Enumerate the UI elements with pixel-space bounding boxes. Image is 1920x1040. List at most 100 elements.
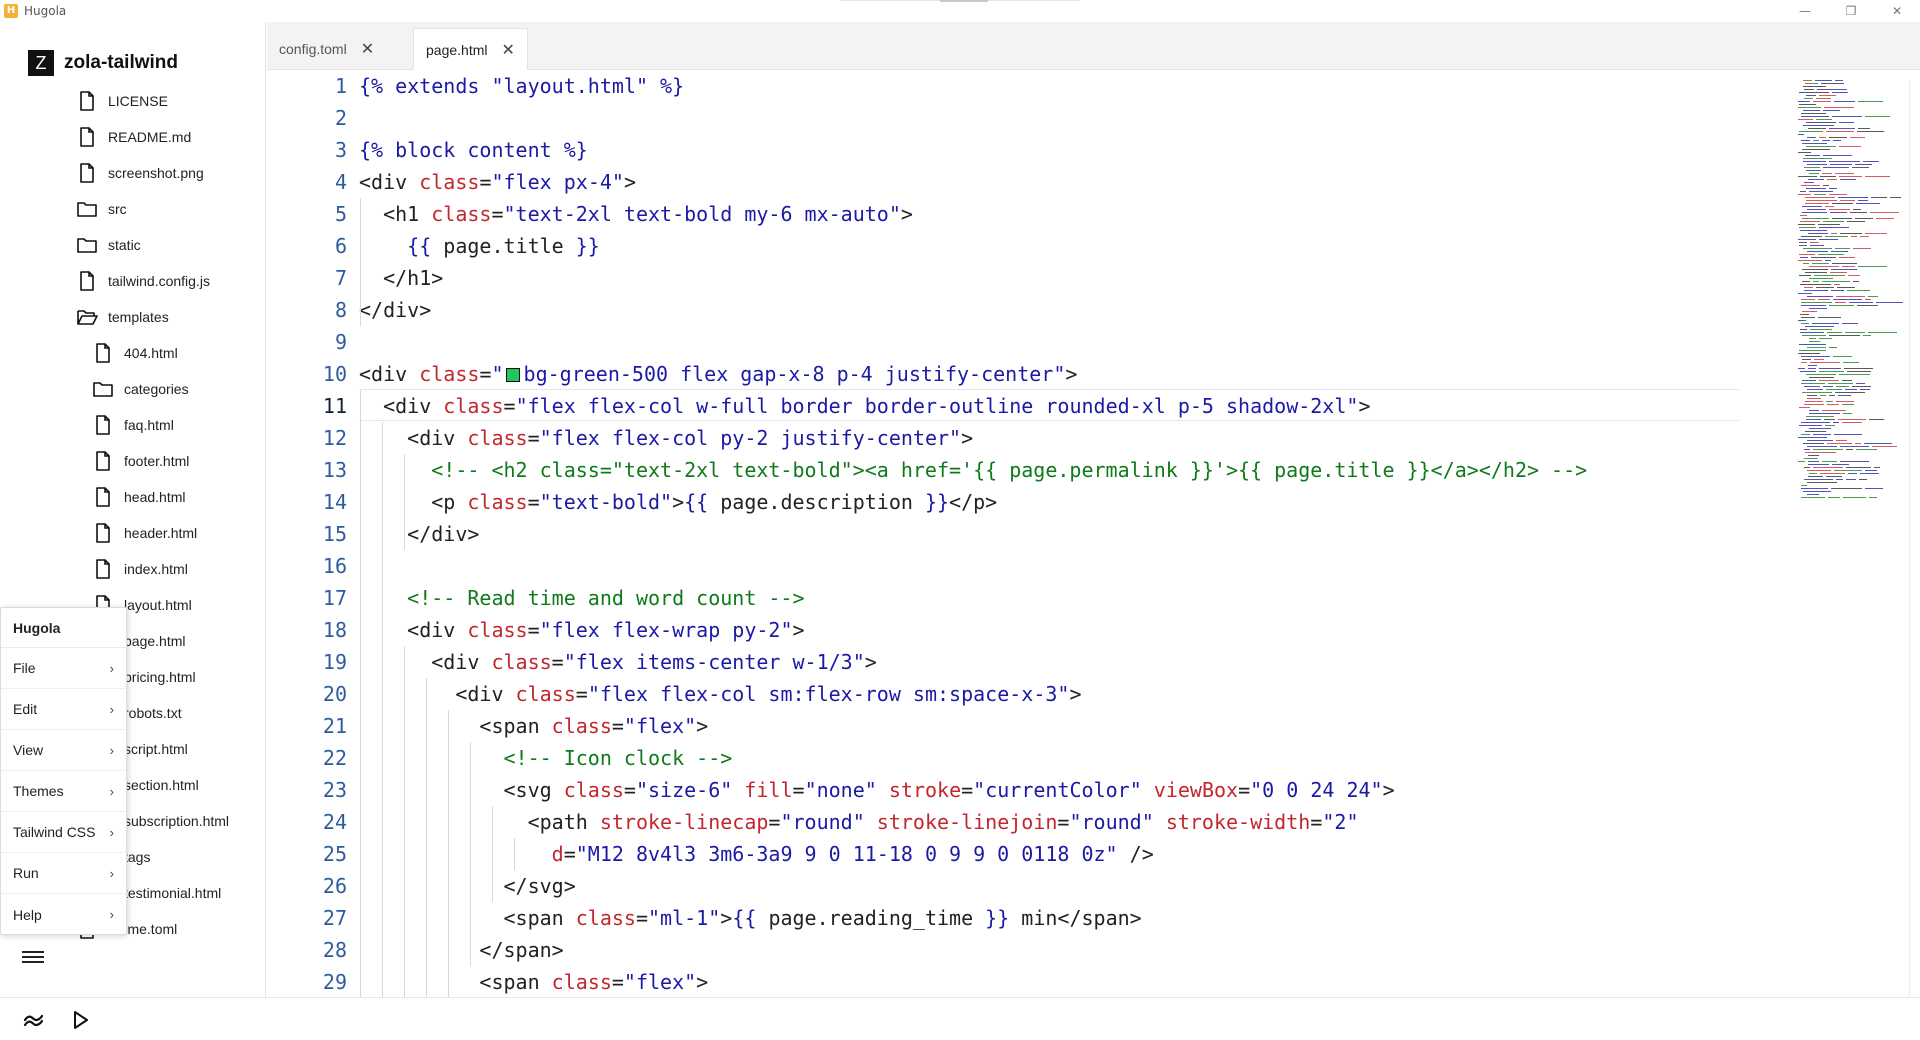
tab-page-html[interactable]: page.html ✕ <box>413 28 528 70</box>
code-line[interactable]: {% extends "layout.html" %} <box>359 70 684 102</box>
code-line[interactable]: </svg> <box>359 870 575 902</box>
menu-item-help[interactable]: Help › <box>1 894 126 935</box>
color-swatch-icon[interactable] <box>505 368 520 382</box>
project-header[interactable]: Z zola-tailwind <box>28 50 178 76</box>
tree-file[interactable]: LICENSE <box>76 88 168 114</box>
minimap-line <box>1831 488 1862 489</box>
code-line[interactable]: <span class="ml-1">{{ page.reading_time … <box>359 902 1141 934</box>
tree-folder[interactable]: src <box>76 196 127 222</box>
menu-item-themes[interactable]: Themes › <box>1 771 126 812</box>
minimap-line <box>1803 110 1820 111</box>
code-line[interactable]: <!-- Icon clock --> <box>359 742 732 774</box>
code-line[interactable]: <!-- Read time and word count --> <box>359 582 804 614</box>
close-icon[interactable]: ✕ <box>501 40 514 60</box>
menu-item-run[interactable]: Run › <box>1 853 126 894</box>
code-line[interactable]: <div class="flex flex-wrap py-2"> <box>359 614 804 646</box>
minimap-line <box>1806 170 1821 171</box>
folder-icon <box>93 382 113 397</box>
code-line[interactable]: <div class="flex flex-col sm:flex-row sm… <box>359 678 1081 710</box>
code-line[interactable]: <path stroke-linecap="round" stroke-line… <box>359 806 1359 838</box>
code-line[interactable]: </h1> <box>359 262 443 294</box>
code-line[interactable]: d="M12 8v4l3 3m6-3a9 9 0 11-18 0 9 9 0 0… <box>359 838 1154 870</box>
minimap-line <box>1858 128 1870 129</box>
minimap-line <box>1840 179 1856 180</box>
code-line[interactable]: <div class="flex flex-col w-full border … <box>359 390 1370 422</box>
tree-folder[interactable]: templates <box>76 304 169 330</box>
line-number: 21 <box>322 714 347 738</box>
tree-file[interactable]: header.html <box>92 520 197 546</box>
code-line[interactable]: <h1 class="text-2xl text-bold my-6 mx-au… <box>359 198 913 230</box>
tree-file[interactable]: footer.html <box>92 448 189 474</box>
minimap-line <box>1856 383 1865 384</box>
code-line[interactable]: {% block content %} <box>359 134 588 166</box>
menu-item-view[interactable]: View › <box>1 730 126 771</box>
vertical-scrollbar[interactable] <box>1909 80 1919 997</box>
drag-handle[interactable] <box>940 0 988 2</box>
code-token: <!-- Icon clock --> <box>359 746 733 770</box>
minimap-line <box>1857 131 1884 132</box>
code-line[interactable]: <div class="flex px-4"> <box>359 166 636 198</box>
minimap-line <box>1809 266 1839 267</box>
tree-file[interactable]: screenshot.png <box>76 160 204 186</box>
code-line[interactable]: </div> <box>359 294 431 326</box>
minimap-line <box>1830 212 1847 213</box>
close-icon[interactable]: ✕ <box>361 39 374 59</box>
tailwind-icon[interactable] <box>22 1008 46 1032</box>
code-line[interactable]: <p class="text-bold">{{ page.description… <box>359 486 997 518</box>
minimap-line <box>1801 302 1832 303</box>
code-editor[interactable]: 1 2 3 4 5 6 7 8 9 10 11 12 13 14 15 16 17 18 19 20 21 22 23 24 2… <box>267 70 1920 997</box>
code-line[interactable]: <span class="flex"> <box>359 710 708 742</box>
code-area[interactable]: {% extends "layout.html" %} {% block cont… <box>359 70 1739 997</box>
minimap-line <box>1865 470 1877 471</box>
minimap-line <box>1802 218 1829 219</box>
menu-item-edit[interactable]: Edit › <box>1 689 126 730</box>
code-token: <span <box>359 714 552 738</box>
minimap-line <box>1803 248 1832 249</box>
run-icon[interactable] <box>68 1008 92 1032</box>
minimap-line <box>1816 287 1834 288</box>
chevron-right-icon: › <box>109 865 114 881</box>
minimap-line <box>1806 200 1837 201</box>
code-line[interactable]: <svg class="size-6" fill="none" stroke="… <box>359 774 1394 806</box>
tree-file[interactable]: 404.html <box>92 340 178 366</box>
menu-item-file[interactable]: File › <box>1 648 126 689</box>
tree-file[interactable]: faq.html <box>92 412 174 438</box>
tree-folder[interactable]: categories <box>92 376 189 402</box>
minimap-line <box>1802 143 1827 144</box>
minimap[interactable] <box>1798 80 1908 520</box>
indent-guide <box>470 742 471 966</box>
minimap-line <box>1833 356 1852 357</box>
hamburger-menu-icon[interactable] <box>22 948 44 966</box>
code-line[interactable]: <div class="flex flex-col py-2 justify-c… <box>359 422 973 454</box>
minimap-line <box>1825 206 1834 207</box>
code-line[interactable]: {{ page.title }} <box>359 230 600 262</box>
tree-file[interactable]: head.html <box>92 484 185 510</box>
code-line[interactable]: <div class="flex items-center w-1/3"> <box>359 646 877 678</box>
minimap-line <box>1804 98 1813 99</box>
minimize-button[interactable]: — <box>1782 0 1828 22</box>
code-token: = <box>623 778 636 802</box>
code-line[interactable]: <span class="flex"> <box>359 966 708 997</box>
code-line[interactable]: </div> <box>359 518 479 550</box>
minimap-line <box>1798 437 1827 438</box>
file-icon <box>96 523 110 543</box>
code-token: = <box>551 650 564 674</box>
tab-config-toml[interactable]: config.toml ✕ <box>267 28 386 70</box>
tree-file[interactable]: index.html <box>92 556 188 582</box>
minimap-line <box>1823 155 1852 156</box>
tree-folder[interactable]: static <box>76 232 141 258</box>
code-token: > <box>672 490 685 514</box>
menu-item-tailwind-css[interactable]: Tailwind CSS › <box>1 812 126 853</box>
code-line[interactable]: <!-- <h2 class="text-2xl text-bold"><a h… <box>359 454 1587 486</box>
code-token: = <box>1310 810 1323 834</box>
restore-button[interactable]: ❐ <box>1828 0 1874 22</box>
tree-file[interactable]: README.md <box>76 124 191 150</box>
code-token: "flex flex-col py-2 justify-center" <box>539 426 962 450</box>
close-window-button[interactable]: ✕ <box>1874 0 1920 22</box>
tree-file[interactable]: tailwind.config.js <box>76 268 210 294</box>
code-line[interactable]: <div class=" bg-green-500 flex gap-x-8 p-… <box>359 358 1077 390</box>
minimap-line <box>1807 389 1823 390</box>
tree-item-label: header.html <box>124 525 198 541</box>
code-line[interactable]: </span> <box>359 934 563 966</box>
